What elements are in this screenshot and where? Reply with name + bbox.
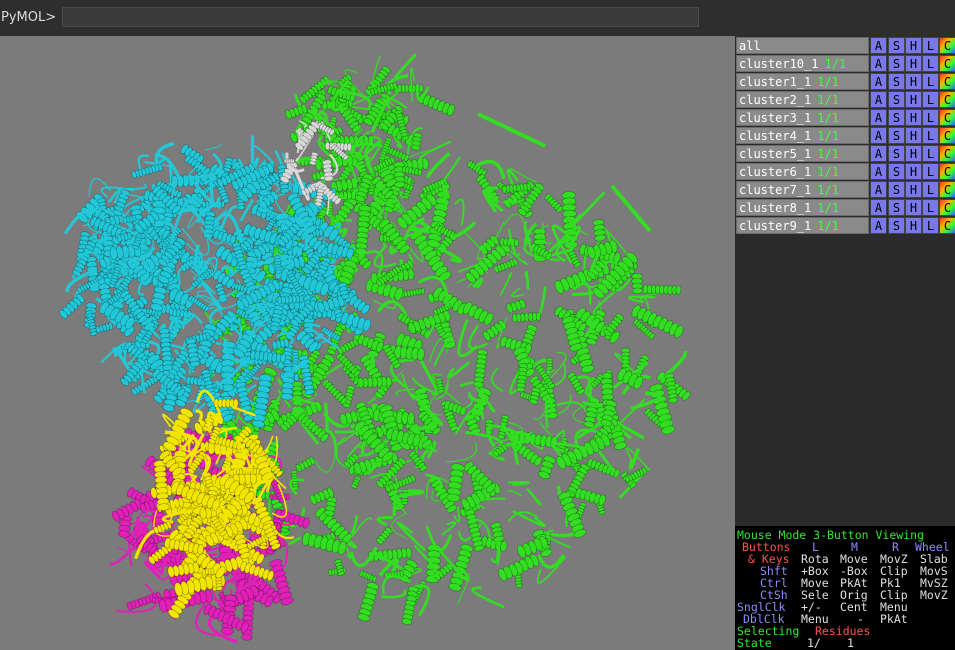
helix-segment: [275, 269, 283, 274]
loop-segment: [88, 178, 112, 197]
loop-segment: [471, 586, 505, 609]
loop-segment: [373, 244, 397, 268]
command-prompt: PyMOL>: [1, 10, 57, 25]
molecular-viewport[interactable]: [0, 36, 735, 650]
loop-segment: [491, 367, 504, 393]
protein-cartoon: [59, 53, 691, 644]
loop-segment: [376, 516, 394, 527]
loop-segment: [323, 402, 329, 433]
helix-segment: [367, 190, 375, 196]
loop-segment: [154, 142, 175, 164]
loop-segment: [382, 575, 412, 595]
helix-segment: [151, 597, 156, 604]
helix-segment: [513, 238, 520, 248]
loop-segment: [441, 521, 457, 536]
loop-segment: [195, 409, 203, 423]
loop-segment: [446, 442, 478, 463]
helix-segment: [515, 583, 523, 588]
loop-segment: [476, 497, 506, 510]
loop-segment: [462, 230, 485, 260]
loop-segment: [457, 319, 479, 358]
loop-segment: [454, 198, 465, 226]
loop-segment: [425, 152, 451, 179]
helix-segment: [277, 295, 283, 305]
loop-segment: [205, 142, 223, 151]
command-input[interactable]: [62, 7, 699, 27]
loop-segment: [394, 53, 417, 79]
loop-segment: [349, 546, 378, 568]
loop-segment: [507, 480, 530, 486]
helix-segment: [286, 493, 291, 501]
helix-segment: [511, 313, 518, 323]
loop-segment: [499, 272, 513, 297]
loop-segment: [250, 135, 260, 169]
helix-segment: [237, 205, 246, 210]
protein-structure-render: [59, 53, 691, 644]
loop-segment: [314, 453, 337, 473]
loop-segment: [511, 287, 525, 298]
helix-segment: [401, 500, 409, 506]
loop-segment: [532, 408, 547, 420]
loop-segment: [506, 168, 519, 188]
loop-segment: [381, 589, 407, 599]
loop-segment: [524, 270, 530, 290]
command-bar: PyMOL>: [0, 0, 955, 36]
helix-segment: [241, 634, 253, 641]
helix-segment: [357, 377, 364, 389]
loop-segment: [446, 360, 471, 379]
loop-segment: [526, 487, 542, 506]
loop-segment: [628, 295, 656, 304]
loop-segment: [615, 398, 646, 429]
helix-segment: [675, 285, 682, 295]
helix-segment: [328, 569, 333, 576]
loop-segment: [502, 199, 518, 204]
loop-segment: [450, 221, 477, 240]
loop-segment: [507, 489, 522, 497]
helix-segment: [546, 366, 554, 371]
helix-segment: [631, 287, 644, 295]
